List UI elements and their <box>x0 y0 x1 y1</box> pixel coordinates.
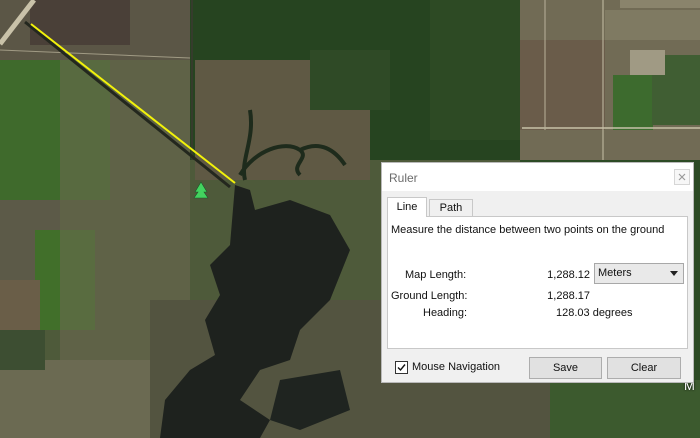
mouse-navigation-label[interactable]: Mouse Navigation <box>412 361 500 373</box>
close-icon <box>678 173 686 181</box>
heading-value: 128.03 degrees <box>556 307 633 319</box>
save-button[interactable]: Save <box>529 357 602 379</box>
chevron-down-icon <box>670 271 678 276</box>
unit-select[interactable]: Meters <box>594 263 684 284</box>
dialog-titlebar[interactable]: Ruler <box>382 163 693 191</box>
heading-label: Heading: <box>423 307 468 319</box>
line-tab-panel: Measure the distance between two points … <box>387 216 688 349</box>
ground-length-label: Ground Length: <box>391 290 468 302</box>
dialog-title: Ruler <box>389 171 418 185</box>
unit-select-value: Meters <box>598 267 632 279</box>
ground-length-value: 1,288.17 <box>547 290 590 302</box>
map-length-label: Map Length: <box>405 269 467 281</box>
map-length-value: 1,288.12 <box>547 269 590 281</box>
clear-button[interactable]: Clear <box>607 357 681 379</box>
tab-line[interactable]: Line <box>387 197 427 217</box>
mouse-navigation-checkbox[interactable] <box>395 361 408 374</box>
tab-path[interactable]: Path <box>429 199 473 216</box>
close-button[interactable] <box>674 169 690 185</box>
ruler-dialog: Ruler Line Path Measure the distance bet… <box>381 162 694 383</box>
checkmark-icon <box>397 364 406 372</box>
ruler-description: Measure the distance between two points … <box>391 224 665 236</box>
